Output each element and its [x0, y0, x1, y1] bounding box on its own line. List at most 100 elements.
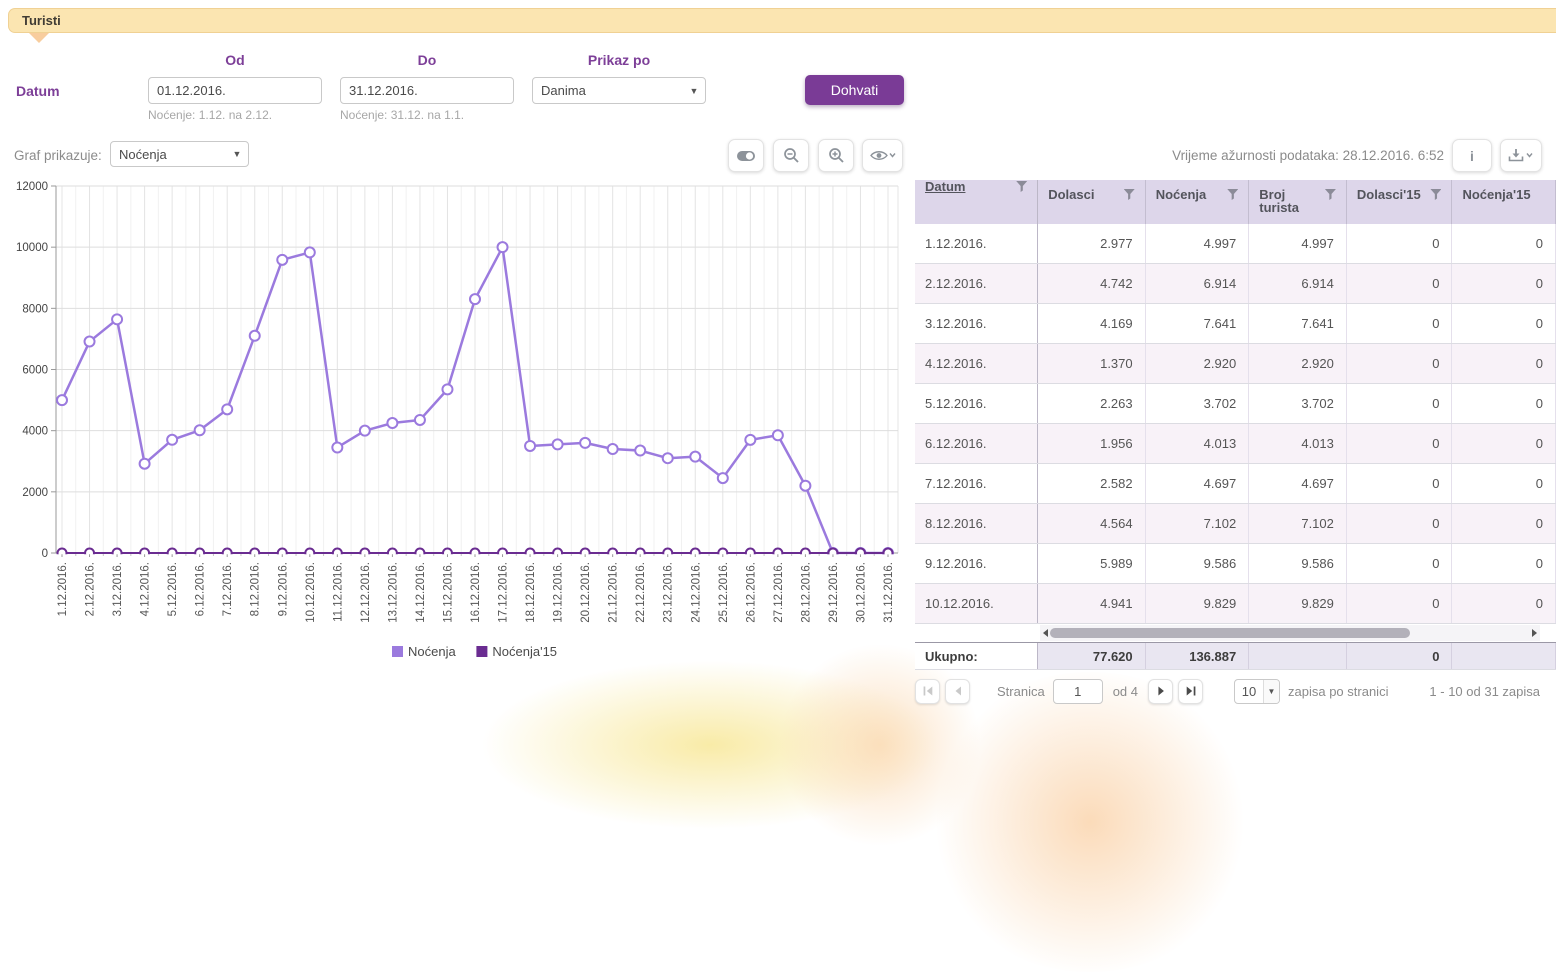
- table-cell: 7.102: [1146, 504, 1250, 543]
- next-page-button[interactable]: [1148, 679, 1173, 704]
- svg-text:25.12.2016.: 25.12.2016.: [718, 562, 730, 623]
- table-cell: 0: [1347, 424, 1453, 463]
- table-cell: 0: [1452, 264, 1556, 303]
- date-from-input[interactable]: [149, 78, 322, 103]
- svg-text:Noćenja'15: Noćenja'15: [492, 644, 557, 659]
- table-cell: 0: [1452, 304, 1556, 343]
- graf-prikazuje-select[interactable]: Noćenja ▼: [110, 141, 249, 167]
- chevron-down-icon: ▼: [226, 149, 248, 159]
- info-icon: i: [1470, 148, 1474, 164]
- prikaz-po-select[interactable]: Danima ▼: [532, 77, 706, 104]
- svg-text:6000: 6000: [22, 365, 48, 377]
- table-cell: 0: [1347, 464, 1453, 503]
- column-header-2[interactable]: Dolasci: [1038, 180, 1145, 224]
- filter-icon[interactable]: [1124, 189, 1135, 200]
- table-cell: 10.12.2016.: [915, 584, 1038, 623]
- table-cell: 0: [1452, 424, 1556, 463]
- table-row[interactable]: 6.12.2016.1.9564.0134.01300: [915, 424, 1556, 464]
- zoom-in-button[interactable]: [818, 139, 854, 172]
- export-button[interactable]: [1500, 139, 1542, 172]
- svg-text:31.12.2016.: 31.12.2016.: [883, 562, 895, 623]
- scroll-left-icon[interactable]: [1043, 629, 1048, 637]
- table-cell: 0: [1452, 504, 1556, 543]
- chart-legend: Noćenja Noćenja'15: [392, 644, 557, 659]
- svg-text:9.12.2016.: 9.12.2016.: [277, 562, 289, 616]
- table-row[interactable]: 1.12.2016.2.9774.9974.99700: [915, 224, 1556, 264]
- eye-icon: [870, 149, 896, 162]
- column-header-4[interactable]: Broj turista: [1249, 180, 1347, 224]
- svg-text:30.12.2016.: 30.12.2016.: [855, 562, 867, 623]
- svg-text:26.12.2016.: 26.12.2016.: [745, 562, 757, 623]
- legend-item-nocenja15[interactable]: Noćenja'15: [476, 644, 557, 659]
- zoom-out-button[interactable]: [773, 139, 809, 172]
- table-row[interactable]: 9.12.2016.5.9899.5869.58600: [915, 544, 1556, 584]
- svg-text:17.12.2016.: 17.12.2016.: [498, 562, 510, 623]
- graf-prikazuje-value: Noćenja: [111, 147, 226, 162]
- info-button[interactable]: i: [1452, 139, 1492, 172]
- tab-pointer-triangle: [29, 33, 49, 43]
- chart-toggle-button[interactable]: [728, 139, 764, 172]
- table-cell: 0: [1347, 224, 1453, 263]
- chevron-down-icon: ▼: [1263, 680, 1279, 703]
- table-row[interactable]: 2.12.2016.4.7426.9146.91400: [915, 264, 1556, 304]
- table-cell: 7.641: [1249, 304, 1347, 343]
- svg-text:Noćenja: Noćenja: [408, 644, 456, 659]
- totals-cell: 136.887: [1146, 643, 1250, 669]
- table-body: 1.12.2016.2.9774.9974.997002.12.2016.4.7…: [915, 224, 1556, 624]
- table-cell: 0: [1347, 544, 1453, 583]
- svg-text:2.12.2016.: 2.12.2016.: [85, 562, 97, 616]
- filter-icon[interactable]: [1325, 189, 1336, 200]
- table-cell: 1.12.2016.: [915, 224, 1038, 263]
- table-cell: 0: [1347, 264, 1453, 303]
- svg-text:19.12.2016.: 19.12.2016.: [553, 562, 565, 623]
- zoom-in-icon: [828, 147, 845, 164]
- stranica-label: Stranica: [997, 684, 1045, 699]
- table-cell: 2.977: [1038, 224, 1146, 263]
- table-cell: 8.12.2016.: [915, 504, 1038, 543]
- column-header-6[interactable]: Noćenja'15: [1452, 180, 1556, 224]
- chevron-down-icon: ▼: [683, 86, 705, 96]
- zoom-out-icon: [783, 147, 800, 164]
- table-header-row: DatumDolasciNoćenjaBroj turistaDolasci'1…: [915, 180, 1556, 224]
- column-header-1[interactable]: Datum: [915, 180, 1038, 224]
- column-header-3[interactable]: Noćenja: [1146, 180, 1250, 224]
- date-to-field: [340, 77, 514, 104]
- hscrollbar-thumb[interactable]: [1050, 628, 1410, 638]
- svg-text:15.12.2016.: 15.12.2016.: [442, 562, 454, 623]
- last-page-button[interactable]: [1178, 679, 1203, 704]
- table-cell: 4.997: [1146, 224, 1250, 263]
- prev-page-button[interactable]: [945, 679, 970, 704]
- table-cell: 4.013: [1249, 424, 1347, 463]
- svg-text:10000: 10000: [16, 242, 48, 254]
- table-cell: 7.12.2016.: [915, 464, 1038, 503]
- filter-icon[interactable]: [1227, 189, 1238, 200]
- table-cell: 9.829: [1146, 584, 1250, 623]
- table-totals-row: Ukupno:77.620136.8870: [915, 642, 1556, 670]
- scroll-right-icon[interactable]: [1532, 629, 1537, 637]
- table-cell: 2.582: [1038, 464, 1146, 503]
- filter-icon[interactable]: [1016, 181, 1027, 192]
- table-cell: 9.12.2016.: [915, 544, 1038, 583]
- date-to-input[interactable]: [341, 78, 514, 103]
- visibility-menu-button[interactable]: [862, 139, 903, 172]
- page-number-input[interactable]: [1053, 679, 1103, 704]
- dohvati-button[interactable]: Dohvati: [805, 75, 904, 105]
- table-row[interactable]: 4.12.2016.1.3702.9202.92000: [915, 344, 1556, 384]
- table-cell: 3.12.2016.: [915, 304, 1038, 343]
- legend-item-nocenja[interactable]: Noćenja: [392, 644, 456, 659]
- first-page-button[interactable]: [915, 679, 940, 704]
- tab-turisti[interactable]: Turisti: [8, 8, 1556, 33]
- filter-icon[interactable]: [1430, 189, 1441, 200]
- svg-text:22.12.2016.: 22.12.2016.: [635, 562, 647, 623]
- table-row[interactable]: 3.12.2016.4.1697.6417.64100: [915, 304, 1556, 344]
- table-row[interactable]: 8.12.2016.4.5647.1027.10200: [915, 504, 1556, 544]
- page-size-select[interactable]: 10 ▼: [1234, 679, 1280, 704]
- record-range-label: 1 - 10 od 31 zapisa: [1429, 684, 1540, 699]
- hscrollbar-track[interactable]: [1040, 625, 1540, 641]
- table-row[interactable]: 10.12.2016.4.9419.8299.82900: [915, 584, 1556, 624]
- table-cell: 4.742: [1038, 264, 1146, 303]
- column-header-5[interactable]: Dolasci'15: [1347, 180, 1453, 224]
- svg-text:10.12.2016.: 10.12.2016.: [305, 562, 317, 623]
- table-row[interactable]: 7.12.2016.2.5824.6974.69700: [915, 464, 1556, 504]
- table-row[interactable]: 5.12.2016.2.2633.7023.70200: [915, 384, 1556, 424]
